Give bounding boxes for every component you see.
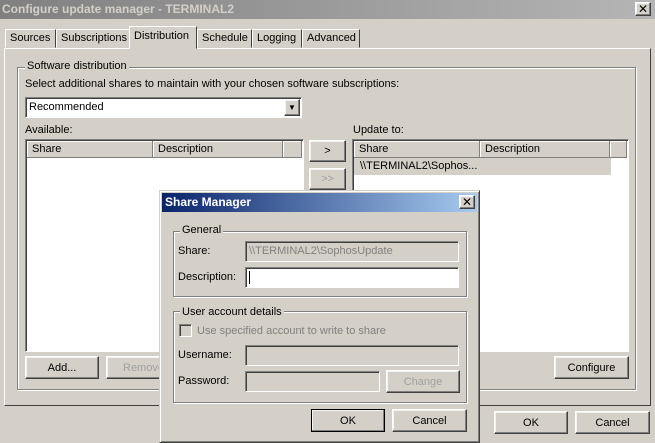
password-field[interactable] [245, 371, 380, 392]
main-close-button[interactable]: ✕ [635, 2, 651, 16]
share-field[interactable]: \\TERMINAL2\SophosUpdate [245, 241, 459, 262]
main-ok-button[interactable]: OK [494, 411, 568, 434]
password-label: Password: [178, 375, 230, 387]
change-button[interactable]: Change [386, 370, 460, 393]
description-label: Description: [178, 271, 237, 283]
tab-logging[interactable]: Logging [252, 29, 302, 48]
username-field[interactable] [245, 345, 459, 366]
share-manager-dialog: Share Manager ✕ General Share: \\TERMINA… [159, 190, 480, 443]
software-distribution-label: Software distribution [25, 60, 129, 72]
general-group-label: General [180, 224, 224, 236]
tab-schedule[interactable]: Schedule [197, 29, 252, 48]
close-icon: ✕ [637, 2, 649, 16]
table-row[interactable]: \\TERMINAL2\Sophos... [354, 158, 611, 175]
tab-distribution[interactable]: Distribution [129, 26, 197, 49]
user-account-group-label: User account details [180, 306, 284, 318]
share-field-value: \\TERMINAL2\SophosUpdate [249, 245, 393, 257]
dialog-close-button[interactable]: ✕ [459, 195, 475, 209]
subscription-select-value: Recommended [29, 101, 104, 113]
use-account-checkbox-label: Use specified account to write to share [197, 325, 386, 337]
update-to-label: Update to: [353, 124, 404, 136]
dialog-title-bar[interactable]: Share Manager ✕ [162, 193, 477, 212]
text-cursor [249, 271, 250, 284]
instruction-text: Select additional shares to maintain wit… [25, 78, 400, 90]
update-to-description-column-header[interactable]: Description [480, 141, 610, 158]
update-to-share-column-header[interactable]: Share [354, 141, 480, 158]
dialog-cancel-button[interactable]: Cancel [392, 409, 467, 432]
close-icon: ✕ [461, 195, 473, 209]
main-cancel-button[interactable]: Cancel [575, 411, 650, 434]
add-button[interactable]: Add... [25, 356, 99, 379]
main-window-title: Configure update manager - TERMINAL2 [2, 2, 235, 16]
configure-button[interactable]: Configure [554, 356, 629, 379]
description-field[interactable] [245, 267, 459, 288]
share-label: Share: [178, 245, 211, 257]
subscription-select[interactable]: Recommended ▼ [25, 97, 302, 118]
available-label: Available: [25, 124, 73, 136]
tab-sources[interactable]: Sources [5, 29, 56, 48]
update-to-filler-column-header [610, 141, 627, 158]
main-title-bar[interactable]: Configure update manager - TERMINAL2 ✕ [0, 0, 655, 19]
table-cell-share: \\TERMINAL2\Sophos... [360, 160, 478, 172]
move-all-button[interactable]: >> [309, 168, 346, 190]
available-description-column-header[interactable]: Description [153, 141, 283, 158]
available-filler-column-header [283, 141, 302, 158]
subscription-select-dropdown[interactable]: ▼ [284, 99, 300, 116]
dialog-title: Share Manager [165, 195, 252, 209]
tab-advanced[interactable]: Advanced [302, 29, 360, 48]
dialog-ok-button[interactable]: OK [311, 409, 385, 432]
move-one-button[interactable]: > [309, 140, 346, 162]
available-share-column-header[interactable]: Share [27, 141, 153, 158]
use-account-checkbox[interactable] [179, 324, 192, 337]
chevron-down-icon: ▼ [288, 103, 296, 112]
username-label: Username: [178, 349, 232, 361]
tab-subscriptions[interactable]: Subscriptions [56, 29, 130, 48]
